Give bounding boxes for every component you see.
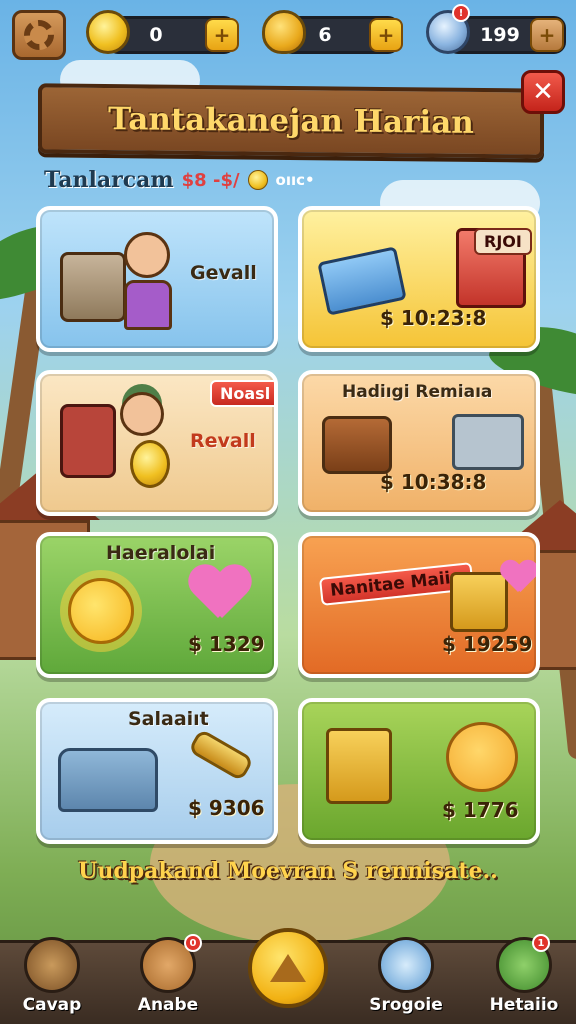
add-coins-button[interactable]: + (205, 18, 239, 52)
reward-card-8[interactable]: $ 1776 (298, 698, 540, 844)
nav-item-cavap[interactable]: Cavap (2, 937, 102, 1024)
card-name: Salaaiıt (128, 708, 209, 730)
subtitle-text: Tanlarcam (44, 167, 174, 193)
cat-icon (446, 722, 518, 792)
nav-item-anabe[interactable]: Anabe (118, 937, 218, 1024)
sun-icon (68, 578, 134, 644)
reward-card-7[interactable]: Salaaiıt $ 9306 (36, 698, 278, 844)
subtitle-tail: oııc• (275, 171, 315, 189)
nav-label: Hetaiio (489, 995, 559, 1015)
nav-label: Cavap (22, 995, 82, 1015)
nav-item-srogoie[interactable]: Srogoie (356, 937, 456, 1024)
title-banner: Tantakanejan Harian (38, 83, 544, 159)
character-icon (120, 392, 164, 436)
card-tag: Noasl (210, 380, 274, 407)
shell-icon (262, 10, 306, 54)
subtitle-row: Tanlarcam $8 -$/ oııc• (44, 166, 315, 194)
home-icon (270, 954, 306, 982)
settings-button[interactable] (12, 10, 66, 60)
card-tag: RJOI (474, 228, 532, 255)
close-icon: ✕ (532, 77, 554, 107)
add-gems-button[interactable]: + (530, 18, 564, 52)
suitcase-icon (60, 252, 126, 322)
reward-card-5[interactable]: Haeralolai $ 1329 (36, 532, 278, 678)
card-price: $ 19259 (442, 632, 533, 656)
shell-count: 6 (318, 24, 332, 46)
close-button[interactable]: ✕ (521, 70, 565, 114)
bag-icon (58, 748, 158, 812)
card-name: Gevall (190, 262, 257, 284)
gem-count: 199 (480, 24, 520, 46)
hetaiio-badge: 1 (532, 934, 550, 952)
gear-icon (24, 20, 54, 50)
card-price: $ 10:38:8 (380, 470, 487, 494)
torch-icon (187, 728, 255, 782)
anabe-badge: 0 (184, 934, 202, 952)
nav-item-hetaiio[interactable]: Hetaiio (474, 937, 574, 1024)
magnifier-icon (24, 937, 80, 993)
heart-icon (188, 566, 248, 620)
page-title: Tantakanejan Harian (108, 101, 474, 141)
reward-card-1[interactable]: Gevall (36, 206, 278, 352)
reward-card-3[interactable]: Noasl Revall (36, 370, 278, 516)
heart-icon (500, 561, 536, 593)
card-name: Haeralolai (106, 542, 216, 564)
coin-count: 0 (149, 24, 163, 46)
add-shells-button[interactable]: + (369, 18, 403, 52)
card-price: $ 9306 (188, 796, 265, 820)
reward-card-4[interactable]: Hadiıgi Remiaıa $ 10:38:8 (298, 370, 540, 516)
gold-coin-icon (130, 440, 170, 488)
bucket-icon (378, 937, 434, 993)
footer-message: Uudpakand Moevran S rennisate.. (78, 858, 498, 884)
briefcase-icon (322, 416, 392, 474)
card-price: $ 10:23:8 (380, 306, 487, 330)
card-price: $ 1776 (442, 798, 519, 822)
nav-label: Srogoie (369, 995, 443, 1015)
reward-card-6[interactable]: Nanitae Maiin $ 19259 (298, 532, 540, 678)
home-button[interactable] (248, 928, 328, 1008)
subtitle-extra: $8 -$/ (181, 169, 240, 191)
nav-label: Anabe (137, 995, 199, 1015)
coin-icon (247, 170, 268, 190)
laptop-icon (452, 414, 524, 470)
top-hud: 0 + 6 + 199 ! + (0, 4, 576, 60)
gem-notification-dot: ! (452, 4, 470, 22)
card-price: $ 1329 (188, 632, 265, 656)
reward-card-2[interactable]: RJOI $ 10:23:8 (298, 206, 540, 352)
card-name: Revall (190, 430, 256, 452)
coin-icon (86, 10, 130, 54)
crate-icon (326, 728, 392, 804)
camera-icon (60, 404, 116, 478)
card-name: Hadiıgi Remiaıa (342, 382, 493, 402)
character-icon (124, 232, 170, 278)
